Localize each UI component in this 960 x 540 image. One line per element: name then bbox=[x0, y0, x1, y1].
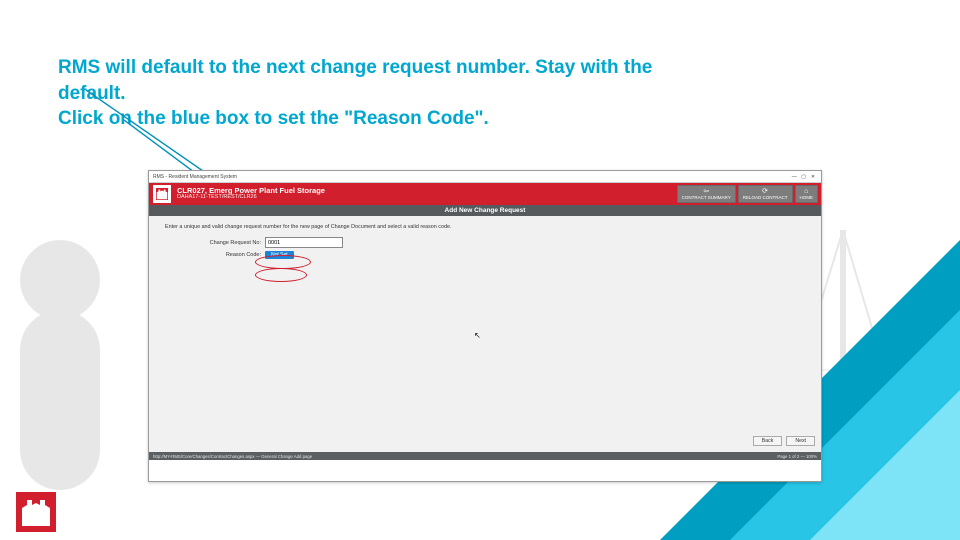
instruction-text: Enter a unique and valid change request … bbox=[149, 216, 821, 234]
usace-logo-icon bbox=[153, 185, 171, 203]
heading-line1: RMS will default to the next change requ… bbox=[58, 57, 652, 104]
change-request-no-field: Change Request No: bbox=[183, 237, 821, 248]
back-arrow-icon: ⇦ bbox=[703, 188, 709, 195]
reason-code-label: Reason Code: bbox=[183, 252, 261, 258]
app-window: RMS - Resident Management System — ▢ ✕ C… bbox=[148, 170, 822, 482]
window-titlebar: RMS - Resident Management System — ▢ ✕ bbox=[149, 171, 821, 183]
maximize-button[interactable]: ▢ bbox=[800, 174, 808, 180]
highlight-circle-1 bbox=[255, 255, 311, 269]
decor-triangle-small bbox=[810, 390, 960, 540]
highlight-circle-2 bbox=[255, 268, 307, 282]
form-body: Enter a unique and valid change request … bbox=[149, 216, 821, 452]
window-controls: — ▢ ✕ bbox=[790, 174, 817, 180]
reload-icon: ⟳ bbox=[762, 188, 768, 195]
status-left: http://MY-RMS/Core/Changes/ContractChang… bbox=[153, 454, 312, 459]
back-button[interactable]: Back bbox=[753, 436, 783, 446]
close-button[interactable]: ✕ bbox=[809, 174, 817, 180]
header-band: CLR027, Emerg Power Plant Fuel Storage D… bbox=[149, 183, 821, 205]
status-bar: http://MY-RMS/Core/Changes/ContractChang… bbox=[149, 452, 821, 460]
cursor-icon: ↖ bbox=[474, 331, 481, 340]
project-title-block: CLR027, Emerg Power Plant Fuel Storage D… bbox=[177, 187, 325, 201]
contract-summary-button[interactable]: ⇦ CONTRACT SUMMARY bbox=[677, 185, 736, 204]
status-right: Page 1 of 2 — 100% bbox=[777, 454, 817, 459]
home-button[interactable]: ⌂ HOME bbox=[795, 185, 819, 204]
section-header: Add New Change Request bbox=[149, 205, 821, 216]
minimize-button[interactable]: — bbox=[790, 174, 798, 180]
reload-contract-button[interactable]: ⟳ RELOAD CONTRACT bbox=[738, 185, 793, 204]
project-subtitle: DAHA17-11-TEST/REST/CLR26 bbox=[177, 195, 325, 201]
slide-heading: RMS will default to the next change requ… bbox=[58, 55, 698, 132]
heading-line2: Click on the blue box to set the "Reason… bbox=[58, 108, 489, 129]
next-button[interactable]: Next bbox=[786, 436, 815, 446]
home-icon: ⌂ bbox=[804, 188, 808, 195]
change-request-no-input[interactable] bbox=[265, 237, 343, 248]
usace-badge-icon bbox=[16, 492, 56, 532]
window-title: RMS - Resident Management System bbox=[153, 174, 237, 180]
change-request-no-label: Change Request No: bbox=[183, 240, 261, 246]
